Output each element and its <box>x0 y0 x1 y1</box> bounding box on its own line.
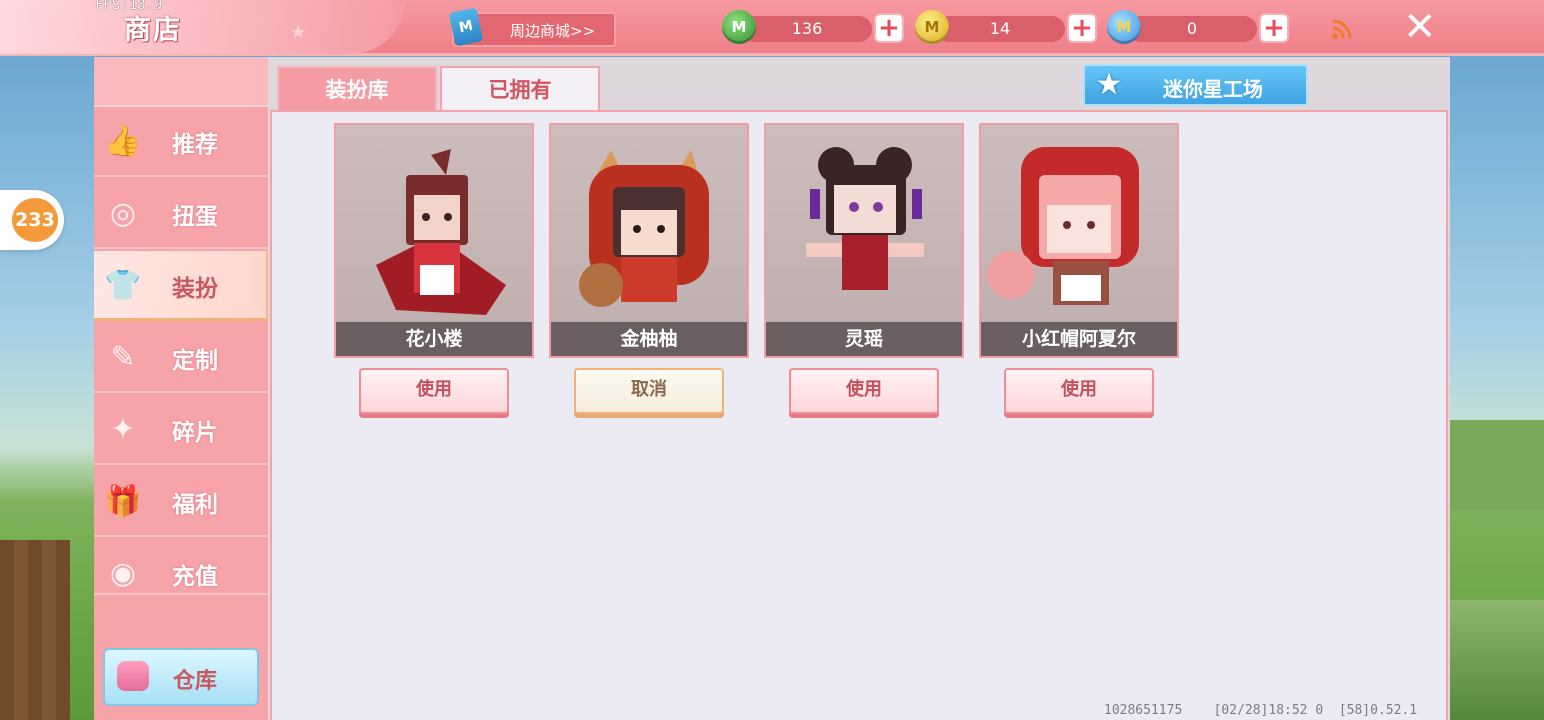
puzzle-piece-icon: ✦ <box>110 412 136 447</box>
blue-mini-coin-icon: M <box>1107 10 1141 44</box>
gold-mini-coin-icon: M <box>915 10 949 44</box>
coin-stack-icon: ◉ <box>109 556 137 591</box>
sidebar-item-recharge[interactable]: ◉ 充值 <box>94 539 269 595</box>
use-skin-button[interactable]: 使用 <box>789 368 939 414</box>
shopping-bag-icon: M <box>448 7 484 47</box>
close-icon[interactable]: ✕ <box>1403 5 1437 49</box>
shirt-icon: 👕 <box>104 268 142 303</box>
use-skin-button[interactable]: 使用 <box>1004 368 1154 414</box>
sidebar-item-label: 装扮 <box>172 276 218 302</box>
currency-green-value: 136 <box>742 16 872 42</box>
merch-mall-button[interactable]: M 周边商城>> <box>448 7 616 47</box>
sidebar-item-custom[interactable]: ✎ 定制 <box>94 323 269 393</box>
sidebar-item-label: 推荐 <box>172 132 218 158</box>
currency-gold-value: 14 <box>935 16 1065 42</box>
skin-avatar-hua-xiaolou <box>376 149 506 315</box>
sidebar-item-label: 福利 <box>172 492 218 518</box>
thumbs-up-icon: 👍 <box>104 124 142 159</box>
merch-mall-label: 周边商城>> <box>510 22 596 40</box>
sidebar-item-label: 扭蛋 <box>172 204 218 230</box>
timestamp: [02/28]18:52 0 <box>1213 703 1324 718</box>
use-skin-button[interactable]: 使用 <box>359 368 509 414</box>
side-counter-badge[interactable]: 233 <box>0 190 64 250</box>
sidebar-item-label: 定制 <box>172 348 218 374</box>
skin-name: 灵瑶 <box>766 322 962 356</box>
star-icon: ★ <box>1095 67 1123 102</box>
mini-star-studio-button[interactable]: ★ 迷你星工场 <box>1083 64 1308 106</box>
tab-owned[interactable]: 已拥有 <box>440 66 600 112</box>
sidebar-item-gacha[interactable]: ◎ 扭蛋 <box>94 179 269 249</box>
sidebar-item-welfare[interactable]: 🎁 福利 <box>94 467 269 537</box>
skin-name: 小红帽阿夏尔 <box>981 322 1177 356</box>
rss-feed-icon[interactable] <box>1331 18 1353 40</box>
fps-counter: FPS:18.9 <box>95 0 163 13</box>
cancel-skin-button[interactable]: 取消 <box>574 368 724 414</box>
star-decoration-icon: ★ <box>290 22 307 43</box>
skin-name: 花小楼 <box>336 322 532 356</box>
skin-avatar-jin-youyou <box>579 150 709 307</box>
sidebar-item-recommend[interactable]: 👍 推荐 <box>94 107 269 177</box>
user-id: 1028651175 <box>1104 703 1183 718</box>
add-blue-currency-button[interactable]: + <box>1259 13 1289 43</box>
skin-card[interactable]: 花小楼 <box>334 123 534 358</box>
page-title: 商店 <box>124 15 182 46</box>
version: [58]0.52.1 <box>1338 703 1418 718</box>
skin-card[interactable]: 灵瑶 <box>764 123 964 358</box>
skin-name: 金柚柚 <box>551 322 747 356</box>
side-counter-value: 233 <box>12 198 58 242</box>
gift-icon: 🎁 <box>104 484 142 519</box>
sidebar-header <box>94 57 269 107</box>
sidebar-item-outfits[interactable]: 👕 装扮 <box>94 251 269 321</box>
warehouse-chest-icon <box>117 661 149 691</box>
skin-avatar-ling-yao <box>806 147 924 290</box>
pencil-ruler-icon: ✎ <box>110 340 136 375</box>
add-green-currency-button[interactable]: + <box>874 13 904 43</box>
skin-card[interactable]: 小红帽阿夏尔 <box>979 123 1179 358</box>
debug-footer: 1028651175 [02/28]18:52 0 [58]0.52.1 <box>1104 703 1417 718</box>
sidebar: 👍 推荐 ◎ 扭蛋 👕 装扮 ✎ 定制 ✦ 碎片 🎁 福利 ◉ 充值 仓库 <box>94 57 269 720</box>
warehouse-button[interactable]: 仓库 <box>103 648 259 706</box>
mini-star-studio-label: 迷你星工场 <box>1163 77 1263 101</box>
currency-blue-value: 0 <box>1127 16 1257 42</box>
top-bar: 商店 ★ FPS:18.9 M 周边商城>> 136 M + 14 M + 0 … <box>0 0 1544 56</box>
sidebar-item-fragments[interactable]: ✦ 碎片 <box>94 395 269 465</box>
tab-outfit-library[interactable]: 装扮库 <box>277 66 437 112</box>
add-gold-currency-button[interactable]: + <box>1067 13 1097 43</box>
skin-card[interactable]: 金柚柚 <box>549 123 749 358</box>
sidebar-item-label: 充值 <box>172 564 218 590</box>
skin-avatar-little-red-riding-hood <box>987 147 1139 305</box>
title-tab: 商店 ★ <box>0 0 405 54</box>
capsule-icon: ◎ <box>109 196 137 231</box>
green-mini-coin-icon: M <box>722 10 756 44</box>
warehouse-label: 仓库 <box>173 669 218 694</box>
sidebar-item-label: 碎片 <box>172 420 218 446</box>
